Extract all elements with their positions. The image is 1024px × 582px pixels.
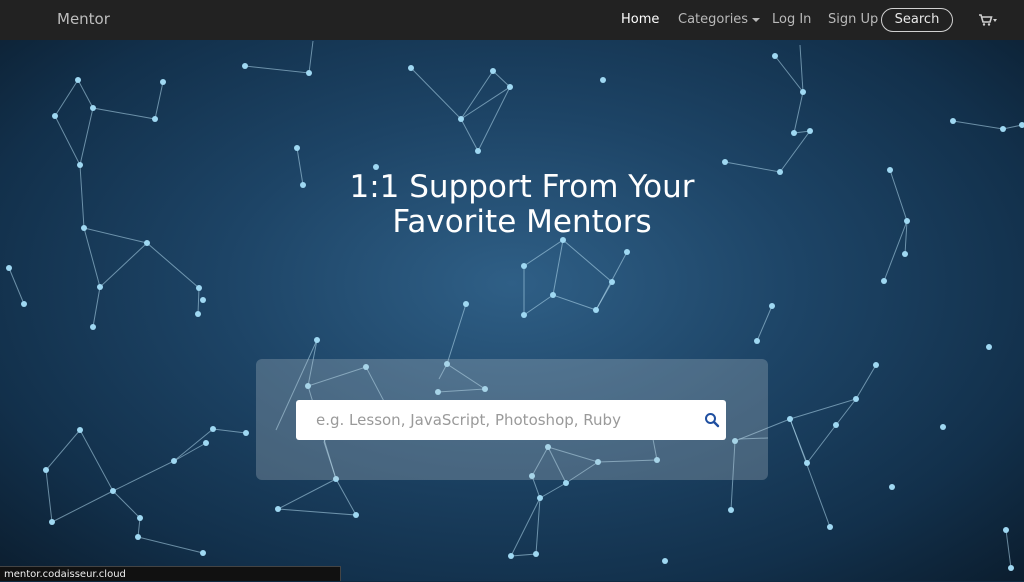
search-input[interactable] [296,400,691,440]
hero-section: 1:1 Support From Your Favorite Mentors [0,40,1024,581]
status-bar-url: mentor.codaisseur.cloud [0,566,341,581]
constellation-background [6,40,1024,571]
nav-home[interactable]: Home [621,12,659,27]
top-navbar: Mentor Home Categories Log In Sign Up Se… [0,0,1024,40]
hero-title-line-1: 1:1 Support From Your [349,169,695,205]
search-box [296,400,726,440]
search-icon[interactable] [704,412,720,428]
search-panel [256,359,768,480]
hero-title-line-2: Favorite Mentors [392,204,652,240]
cart-icon [979,14,997,26]
caret-down-icon [752,17,761,22]
nav-login[interactable]: Log In [772,12,811,27]
brand-logo[interactable]: Mentor [57,10,110,28]
nav-search-button[interactable]: Search [881,8,953,32]
cart-dropdown[interactable] [978,12,998,31]
nav-categories-label: Categories [678,12,749,27]
nav-signup[interactable]: Sign Up [828,12,878,27]
hero-title: 1:1 Support From Your Favorite Mentors [262,170,782,240]
nav-categories[interactable]: Categories [678,12,761,27]
